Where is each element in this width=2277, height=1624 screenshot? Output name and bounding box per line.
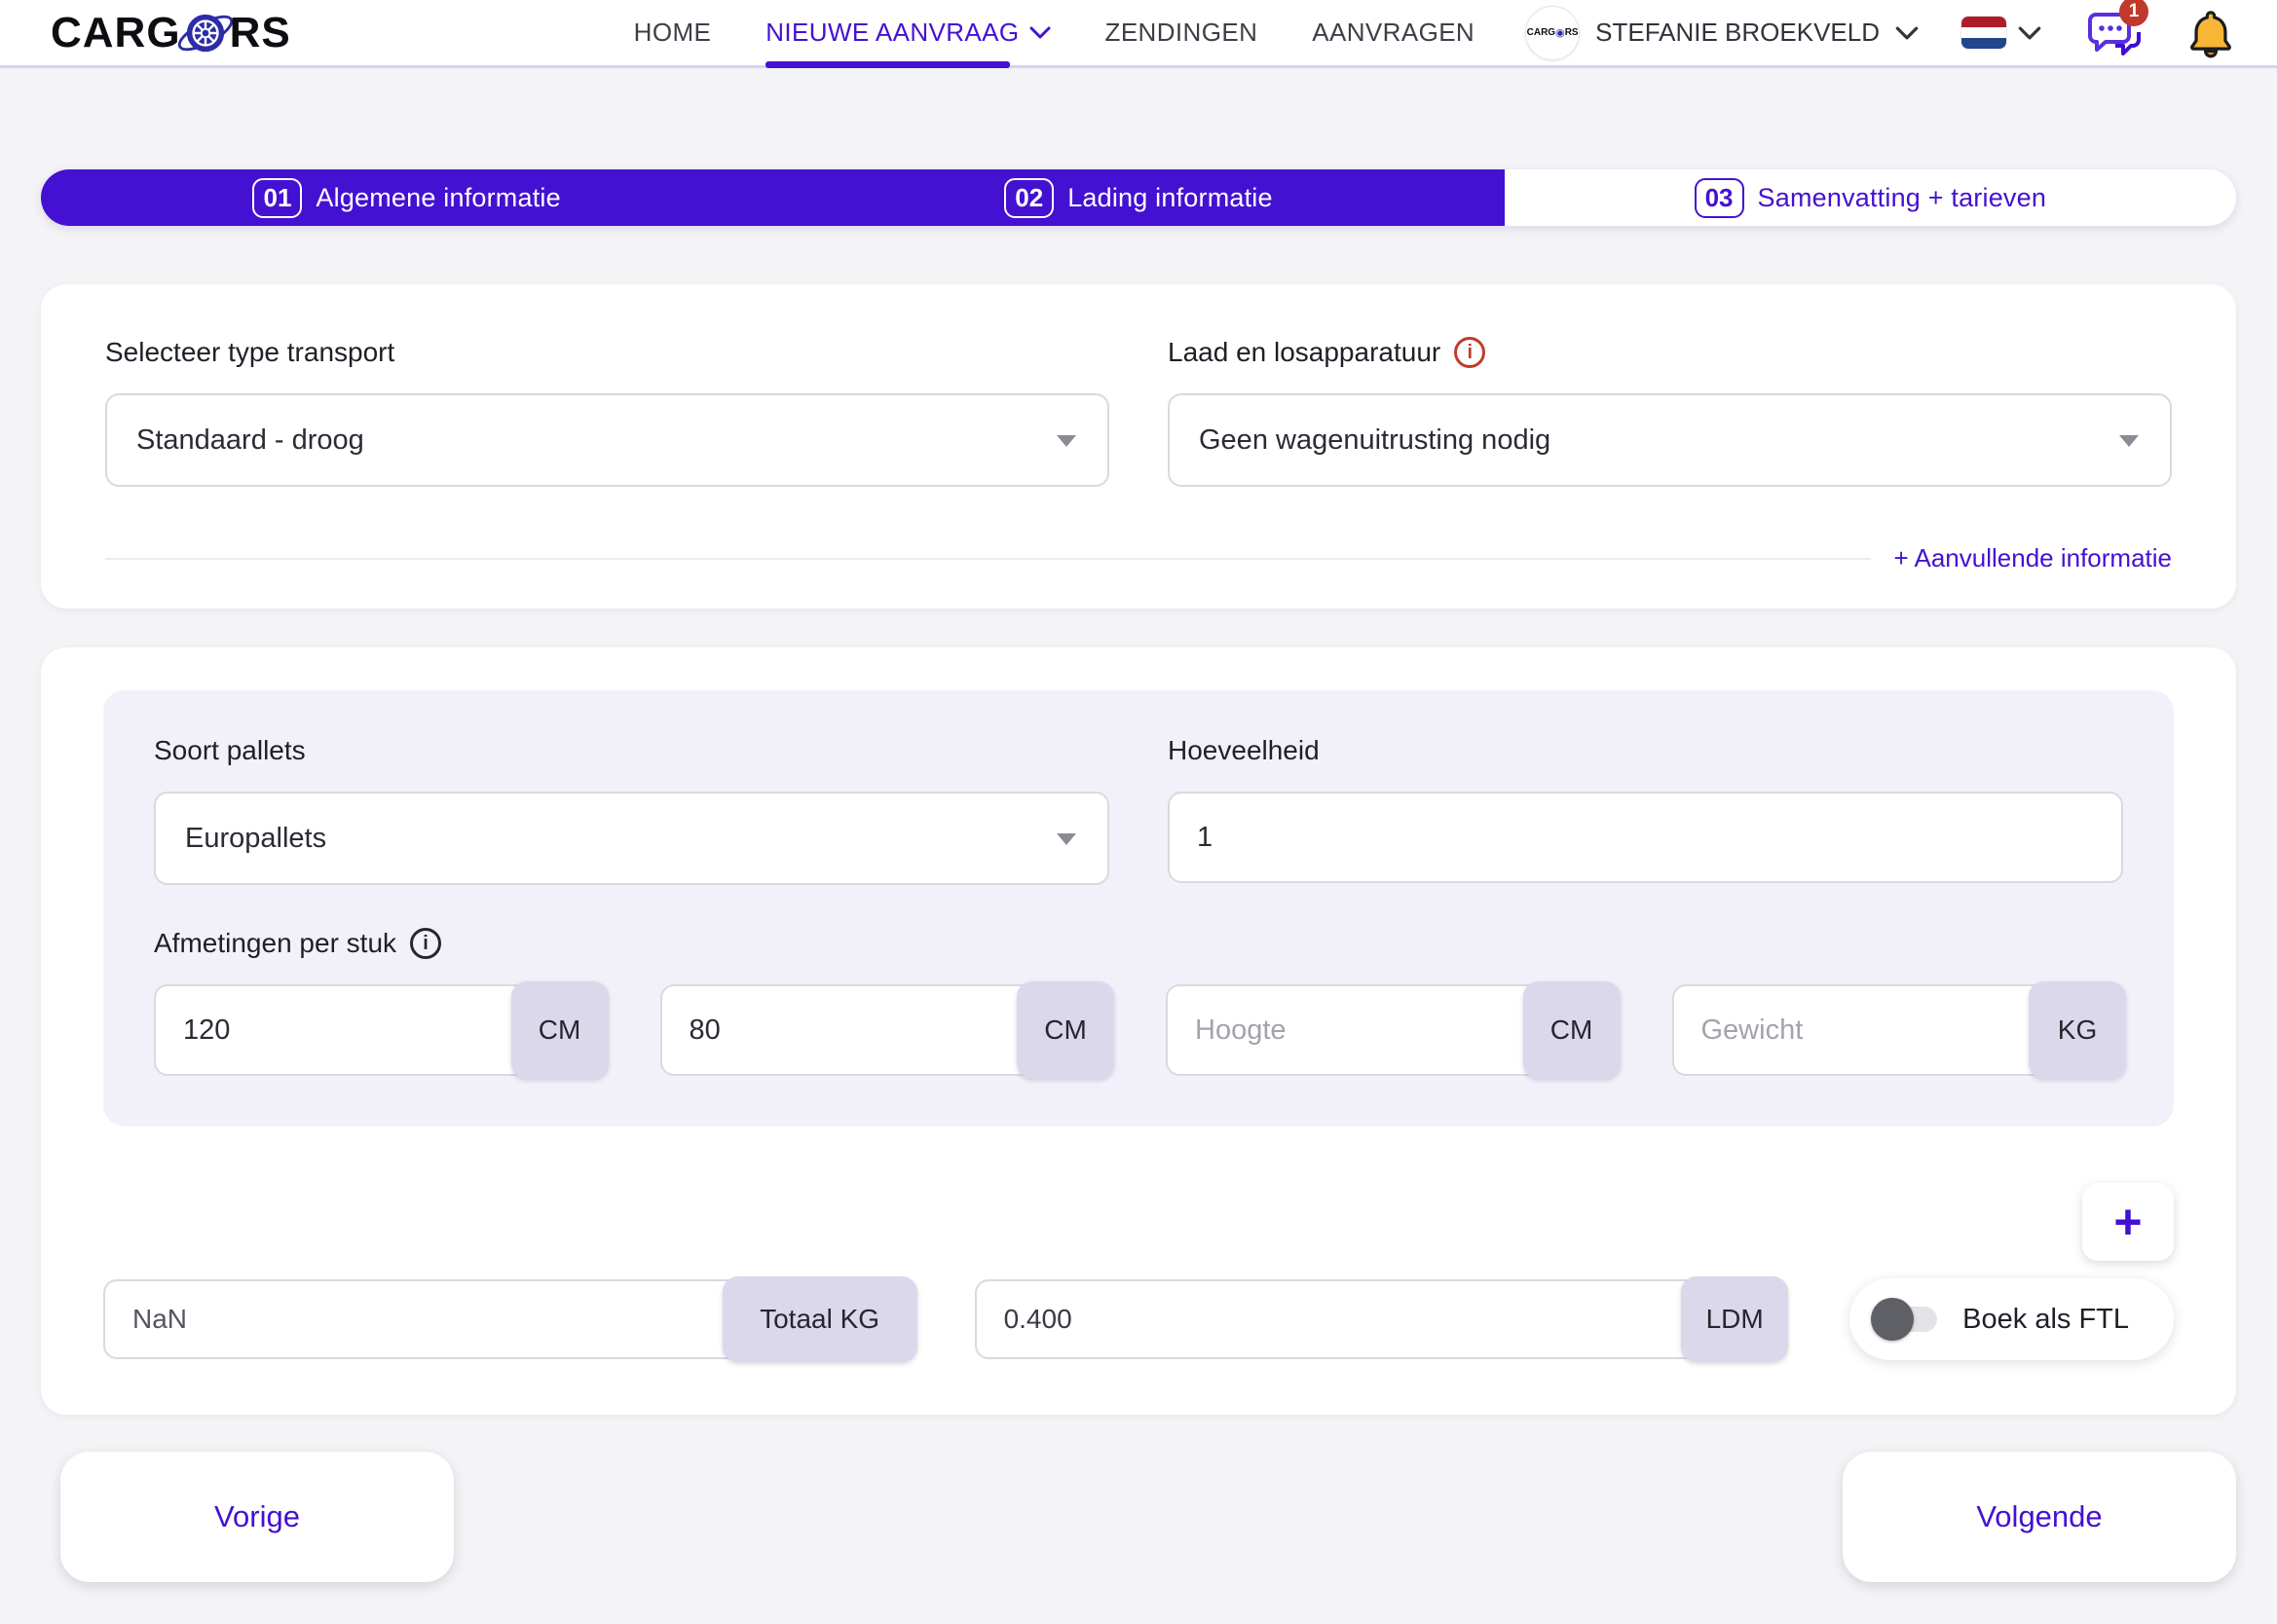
step-number: 03 (1695, 178, 1744, 218)
unit-chip-ldm: LDM (1681, 1276, 1788, 1362)
logo-text-prefix: CARG (51, 9, 181, 57)
netherlands-flag-icon (1961, 17, 2006, 49)
equipment-value: Geen wagenuitrusting nodig (1199, 424, 1550, 457)
dropdown-arrow-icon (2119, 435, 2139, 447)
chevron-down-icon (1029, 26, 1051, 39)
next-button[interactable]: Volgende (1843, 1452, 2236, 1582)
cargors-logo[interactable]: CARG RS (51, 9, 291, 57)
ftl-toggle-label: Boek als FTL (1962, 1304, 2129, 1336)
pallet-type-select[interactable]: Europallets (154, 792, 1109, 885)
step-label: Samenvatting + tarieven (1758, 183, 2047, 213)
nav-item-zendingen[interactable]: ZENDINGEN (1105, 0, 1258, 65)
transport-type-select[interactable]: Standaard - droog (105, 393, 1109, 487)
pallet-type-label: Soort pallets (154, 735, 1109, 766)
user-menu[interactable]: CARG◉RS STEFANIE BROEKVELD (1525, 6, 1919, 60)
toggle-knob (1871, 1298, 1914, 1341)
nav-item-aanvragen[interactable]: AANVRAGEN (1312, 0, 1474, 65)
info-icon[interactable]: i (1454, 337, 1485, 368)
step-number: 02 (1004, 178, 1054, 218)
height-field: CM (1166, 984, 1618, 1076)
quantity-input[interactable] (1168, 792, 2123, 883)
dimensions-label: Afmetingen per stuk i (154, 928, 2123, 959)
transport-type-value: Standaard - droog (136, 424, 364, 457)
transport-info-card: Selecteer type transport Standaard - dro… (41, 284, 2236, 609)
mini-wheel-icon: ◉ (1555, 26, 1565, 39)
width-field: CM (660, 984, 1112, 1076)
equipment-label: Laad en losapparatuur i (1168, 337, 2172, 368)
ldm-field: LDM (975, 1279, 1786, 1359)
chevron-down-icon (1895, 26, 1919, 40)
weight-field: KG (1672, 984, 2124, 1076)
bell-icon (2185, 8, 2236, 58)
nav-item-nieuwe-aanvraag[interactable]: NIEUWE AANVRAAG (765, 0, 1050, 65)
quantity-label: Hoeveelheid (1168, 735, 2123, 766)
messages-button[interactable]: 1 (2086, 7, 2141, 59)
wizard-steps: 01 Algemene informatie 02 Lading informa… (41, 169, 2236, 226)
pallet-type-value: Europallets (185, 823, 326, 855)
unit-chip-cm: CM (1523, 981, 1621, 1079)
cargo-info-card: Soort pallets Europallets Hoeveelheid Af… (41, 647, 2236, 1415)
avatar: CARG◉RS (1525, 6, 1580, 60)
wheel-icon (183, 11, 228, 55)
dropdown-arrow-icon (1057, 435, 1076, 447)
unit-chip-cm: CM (511, 981, 609, 1079)
equipment-select[interactable]: Geen wagenuitrusting nodig (1168, 393, 2172, 487)
previous-button[interactable]: Vorige (60, 1452, 454, 1582)
additional-info-link[interactable]: + Aanvullende informatie (1894, 543, 2172, 573)
pallet-row-panel: Soort pallets Europallets Hoeveelheid Af… (103, 690, 2174, 1126)
active-nav-underline (765, 61, 1009, 68)
notifications-button[interactable] (2185, 8, 2236, 58)
total-weight-field: Totaal KG (103, 1279, 915, 1359)
unit-chip-totaal-kg: Totaal KG (723, 1276, 917, 1362)
step-samenvatting-tarieven[interactable]: 03 Samenvatting + tarieven (1505, 169, 2236, 226)
dropdown-arrow-icon (1057, 833, 1076, 845)
divider (105, 558, 1871, 560)
unread-messages-badge: 1 (2119, 0, 2148, 26)
nav-item-home[interactable]: HOME (634, 0, 712, 65)
step-label: Algemene informatie (316, 183, 560, 213)
step-algemene-informatie[interactable]: 01 Algemene informatie (41, 169, 772, 226)
user-name: STEFANIE BROEKVELD (1595, 18, 1880, 48)
unit-chip-cm: CM (1017, 981, 1114, 1079)
top-navbar: CARG RS HOME NIEUWE AANVRAAG (0, 0, 2277, 68)
step-lading-informatie[interactable]: 02 Lading informatie (772, 169, 1504, 226)
info-icon[interactable]: i (410, 928, 441, 959)
step-label: Lading informatie (1067, 183, 1273, 213)
chevron-down-icon (2018, 26, 2041, 40)
main-nav: HOME NIEUWE AANVRAAG ZENDINGEN AANVRAGEN (634, 0, 1474, 65)
length-field: CM (154, 984, 606, 1076)
add-cargo-row-button[interactable]: + (2082, 1183, 2174, 1261)
language-selector[interactable] (1961, 17, 2041, 49)
step-number: 01 (252, 178, 302, 218)
logo-text-suffix: RS (230, 9, 291, 57)
ftl-toggle-pill: Boek als FTL (1849, 1278, 2174, 1360)
ldm-input[interactable] (975, 1279, 1786, 1359)
transport-type-label: Selecteer type transport (105, 337, 1109, 368)
unit-chip-kg: KG (2029, 981, 2126, 1079)
ftl-toggle-switch[interactable] (1875, 1298, 1937, 1341)
